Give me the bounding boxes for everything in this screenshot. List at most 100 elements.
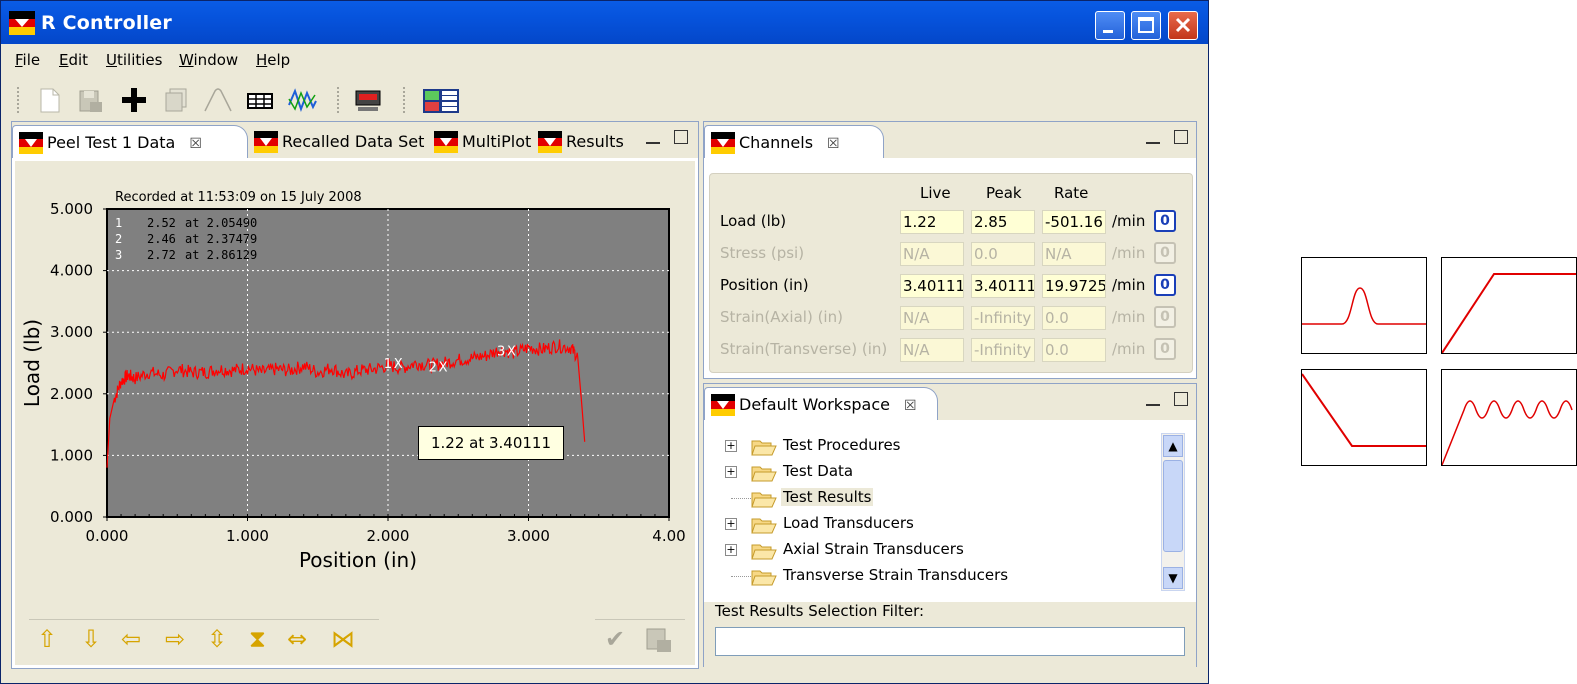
maximize-pane-icon[interactable]	[1174, 130, 1188, 144]
window-title: R Controller	[41, 12, 172, 34]
channel-live-value: 3.40111	[900, 274, 964, 298]
plus-icon[interactable]	[119, 85, 149, 115]
minimize-button[interactable]	[1095, 11, 1125, 40]
readout-index: 2	[115, 232, 122, 246]
zero-channel-icon[interactable]: 0	[1154, 274, 1176, 296]
contract-vertical-icon[interactable]: ⧗	[249, 627, 266, 651]
maximize-button[interactable]	[1131, 11, 1161, 40]
expand-horizontal-icon[interactable]: ⇔	[287, 627, 307, 651]
tree-item-label: Test Procedures	[783, 436, 901, 454]
tab-default-workspace[interactable]: Default Workspace ☒	[704, 387, 938, 420]
workspace-pane: Default Workspace ☒	[703, 383, 1197, 668]
close-tab-icon[interactable]: ☒	[904, 398, 917, 414]
folder-icon	[751, 544, 777, 560]
tab-results[interactable]: Results	[532, 125, 632, 158]
display-icon[interactable]	[353, 85, 383, 115]
close-tab-icon[interactable]: ☒	[827, 136, 840, 152]
channel-live-value: 1.22	[900, 210, 964, 234]
tree-scrollbar[interactable]: ▲ ▼	[1161, 433, 1185, 591]
maximize-pane-icon[interactable]	[1174, 392, 1188, 406]
tree-connector	[731, 576, 751, 577]
menu-bar: File Edit Utilities Window Help	[1, 46, 1208, 74]
up-arrow-icon[interactable]: ⇧	[37, 627, 57, 651]
minimize-pane-icon[interactable]	[1146, 140, 1160, 144]
pane-controls	[1132, 392, 1188, 410]
menu-edit[interactable]: Edit	[59, 51, 88, 69]
channels-tabstrip: Channels ☒	[704, 122, 1196, 158]
peak-icon[interactable]	[203, 85, 233, 115]
expand-icon[interactable]: +	[725, 518, 737, 530]
down-arrow-icon[interactable]: ⇩	[81, 627, 101, 651]
channel-rate-unit: /min	[1112, 212, 1146, 230]
save-icon[interactable]	[643, 625, 675, 655]
y-tick-label: 2.000	[50, 385, 93, 403]
close-button[interactable]	[1168, 11, 1198, 40]
scroll-down-button[interactable]: ▼	[1163, 567, 1183, 589]
channel-rate-value: 0.0	[1042, 306, 1106, 330]
ramp-up-hold-thumbnail[interactable]	[1441, 257, 1577, 354]
app-logo-icon	[19, 132, 43, 154]
zero-channel-icon[interactable]: 0	[1154, 306, 1176, 328]
tiles-icon[interactable]	[421, 85, 461, 115]
tab-recalled-data-set[interactable]: Recalled Data Set	[248, 125, 432, 158]
scroll-up-button[interactable]: ▲	[1163, 435, 1183, 457]
tab-multiplot[interactable]: MultiPlot	[428, 125, 539, 158]
pulse-waveform-thumbnail[interactable]	[1301, 257, 1427, 354]
maximize-pane-icon[interactable]	[674, 130, 688, 144]
filter-label: Test Results Selection Filter:	[715, 602, 925, 620]
y-tick-label: 3.000	[50, 323, 93, 341]
expand-vertical-icon[interactable]: ⇳	[207, 627, 227, 651]
value-tooltip: 1.22 at 3.40111	[418, 426, 564, 460]
tree-item-label: Transverse Strain Transducers	[783, 566, 1009, 584]
minimize-pane-icon[interactable]	[1146, 402, 1160, 406]
expand-icon[interactable]: +	[725, 544, 737, 556]
zero-channel-icon[interactable]: 0	[1154, 338, 1176, 360]
new-doc-icon[interactable]	[35, 85, 65, 115]
x-tick-label: 4.00	[652, 527, 685, 545]
expand-icon[interactable]: +	[725, 440, 737, 452]
zero-channel-icon[interactable]: 0	[1154, 210, 1176, 232]
workspace-tabstrip: Default Workspace ☒	[704, 384, 1196, 420]
table-icon[interactable]	[245, 85, 275, 115]
channel-live-value: N/A	[900, 242, 964, 266]
readout-value: 2.52	[147, 216, 176, 230]
tab-channels[interactable]: Channels ☒	[704, 125, 884, 158]
channel-peak-value: 2.85	[971, 210, 1035, 234]
folder-icon	[751, 518, 777, 534]
tab-label: Peel Test 1 Data	[47, 133, 176, 152]
x-tick-label: 0.000	[86, 527, 129, 545]
marker-label: 3	[497, 344, 505, 359]
channel-rate-value: 19.9725	[1042, 274, 1106, 298]
folder-icon	[751, 440, 777, 456]
channel-rate-value: N/A	[1042, 242, 1106, 266]
scroll-thumb[interactable]	[1163, 460, 1183, 552]
chart[interactable]: 0.000 1.000 2.000 3.000 4.000 5.000 0.000 1.000…	[15, 161, 695, 581]
ramp-oscillation-thumbnail[interactable]	[1441, 369, 1577, 466]
title-bar[interactable]: R Controller	[1, 1, 1208, 44]
channel-rate-value: 0.0	[1042, 338, 1106, 362]
contract-horizontal-icon[interactable]: ⋈	[331, 627, 355, 651]
tree-item-label: Axial Strain Transducers	[783, 540, 964, 558]
ramp-down-hold-thumbnail[interactable]	[1301, 369, 1427, 466]
save-icon[interactable]	[75, 85, 105, 115]
app-logo-icon	[254, 131, 278, 153]
readout-value: 2.72	[147, 248, 176, 262]
copy-icon[interactable]	[161, 85, 191, 115]
zero-channel-icon[interactable]: 0	[1154, 242, 1176, 264]
menu-window[interactable]: Window	[179, 51, 238, 69]
expand-icon[interactable]: +	[725, 466, 737, 478]
left-arrow-icon[interactable]: ⇦	[121, 627, 141, 651]
check-icon[interactable]: ✔	[605, 627, 625, 651]
right-arrow-icon[interactable]: ⇨	[165, 627, 185, 651]
waveform-icon[interactable]	[287, 85, 317, 115]
minimize-pane-icon[interactable]	[646, 140, 660, 144]
ramp-down-hold-icon	[1301, 373, 1426, 447]
menu-file[interactable]: File	[15, 51, 40, 69]
close-tab-icon[interactable]: ☒	[189, 136, 202, 152]
channel-peak-value: -Infinity	[971, 306, 1035, 330]
tab-peel-test-1-data[interactable]: Peel Test 1 Data ☒	[12, 125, 248, 158]
filter-input[interactable]	[715, 627, 1185, 656]
toolbar-separator	[17, 87, 19, 113]
menu-help[interactable]: Help	[256, 51, 290, 69]
menu-utilities[interactable]: Utilities	[106, 51, 162, 69]
